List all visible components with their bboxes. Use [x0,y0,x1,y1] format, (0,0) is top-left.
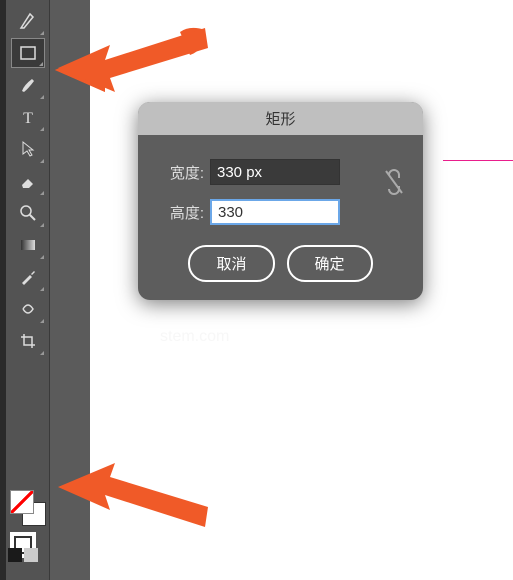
path-selection-tool[interactable] [11,134,45,164]
height-input[interactable] [210,199,340,225]
dodge-tool[interactable] [11,198,45,228]
pen-tool[interactable] [11,6,45,36]
cancel-button[interactable]: 取消 [188,245,274,282]
height-label: 高度: [156,202,204,223]
eraser-tool[interactable] [11,166,45,196]
link-dimensions-icon[interactable] [383,167,405,203]
dialog-title: 矩形 [138,102,423,135]
rectangle-tool[interactable] [11,38,45,68]
eyedropper-tool[interactable] [11,262,45,292]
gradient-tool[interactable] [11,230,45,260]
healing-tool[interactable] [11,294,45,324]
crop-tool[interactable] [11,326,45,356]
svg-text:T: T [23,110,33,127]
width-label: 宽度: [156,162,204,183]
screen-mode[interactable] [8,548,38,562]
type-tool[interactable]: T [11,102,45,132]
guide-line [443,160,513,161]
ok-button[interactable]: 确定 [287,245,373,282]
rectangle-dialog: 矩形 宽度: 高度: 取消 确定 [138,102,423,300]
width-input[interactable] [210,159,340,185]
brush-tool[interactable] [11,70,45,100]
foreground-color-swatch[interactable] [10,490,34,514]
